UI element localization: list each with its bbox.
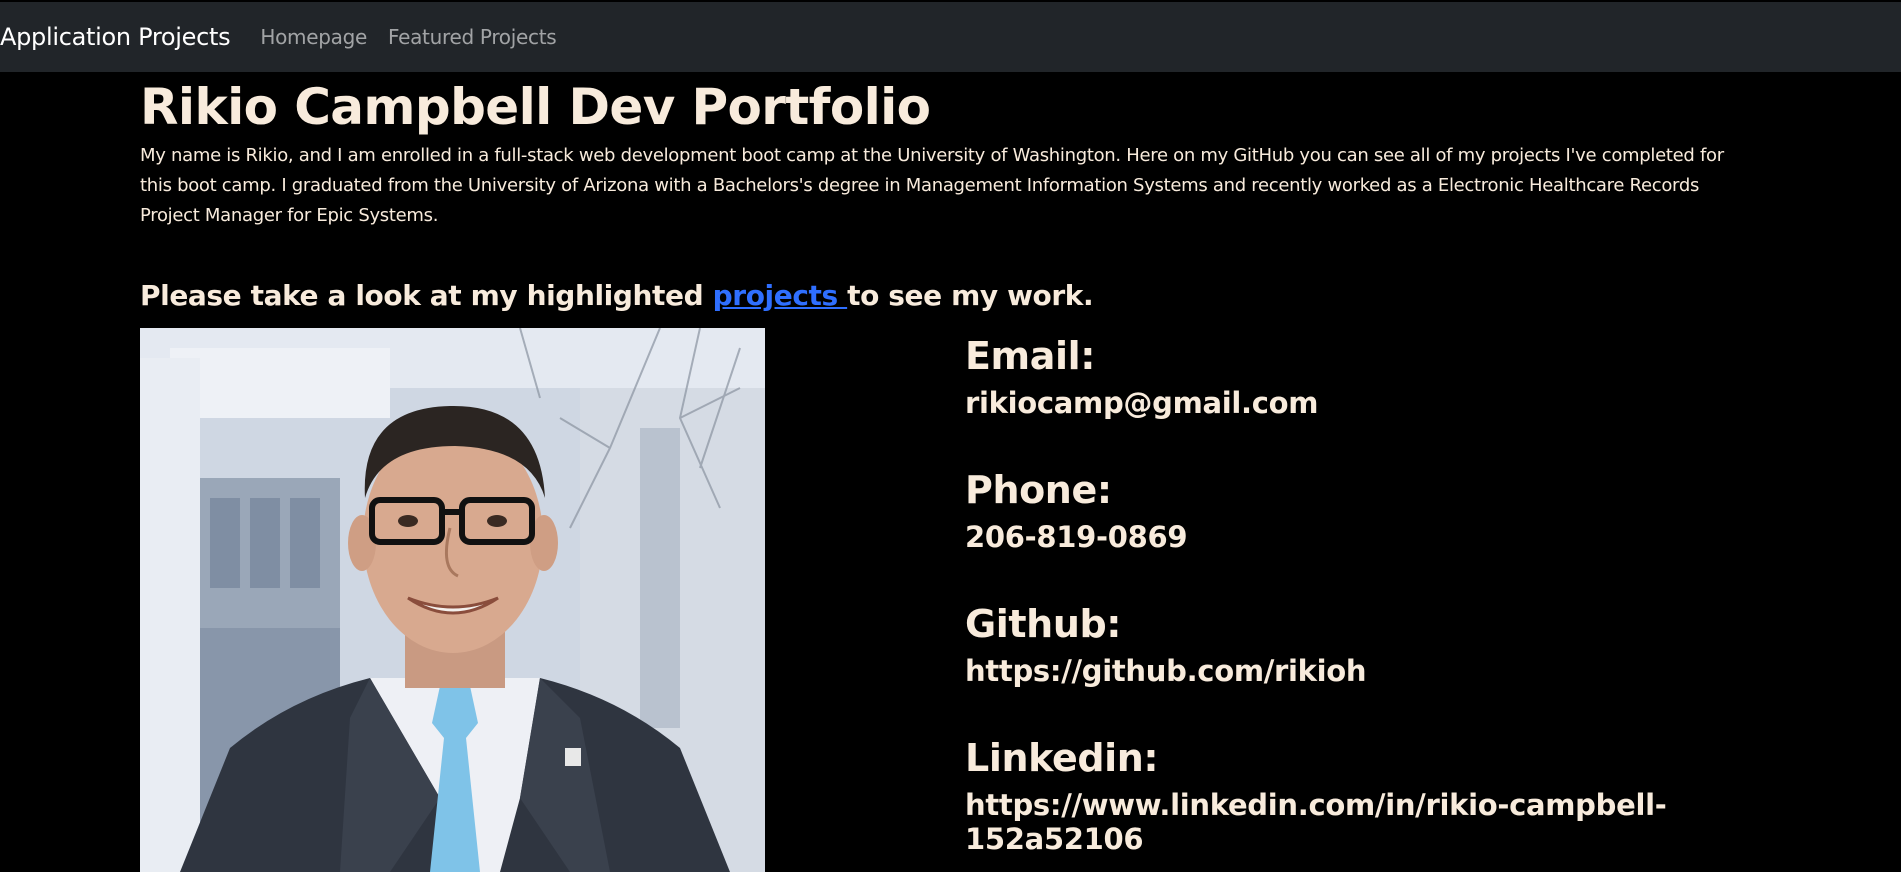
projects-link[interactable]: projects [713,279,847,312]
email-value: rikiocamp@gmail.com [965,385,1319,420]
phone-value: 206-819-0869 [965,519,1188,554]
nav-link-featured-projects[interactable]: Featured Projects [388,25,557,49]
navbar-brand[interactable]: Application Projects [0,23,231,51]
callout-text-before: Please take a look at my highlighted [140,279,713,312]
hero-section: Rikio Campbell Dev Portfolio My name is … [140,72,1780,313]
github-value: https://github.com/rikioh [965,653,1367,688]
projects-callout: Please take a look at my highlighted pro… [140,279,1780,313]
contact-linkedin: Linkedin: https://www.linkedin.com/in/ri… [965,730,1765,864]
bio-paragraph: My name is Rikio, and I am enrolled in a… [140,145,1724,226]
github-label: Github: [965,602,1122,646]
callout-text-after: to see my work. [847,279,1094,312]
profile-photo [140,328,765,872]
contact-info: Email: rikiocamp@gmail.com Phone: 206-81… [965,328,1765,864]
linkedin-value: https://www.linkedin.com/in/rikio-campbe… [965,787,1667,857]
linkedin-label: Linkedin: [965,736,1159,780]
nav-link-homepage[interactable]: Homepage [260,25,367,49]
phone-label: Phone: [965,468,1112,512]
contact-email: Email: rikiocamp@gmail.com [965,328,1765,462]
navbar: Application Projects Homepage Featured P… [0,2,1901,72]
email-label: Email: [965,334,1096,378]
contact-github: Github: https://github.com/rikioh [965,596,1765,730]
profile-row: Email: rikiocamp@gmail.com Phone: 206-81… [140,328,1780,872]
page-title: Rikio Campbell Dev Portfolio [140,78,931,136]
contact-phone: Phone: 206-819-0869 [965,462,1765,596]
